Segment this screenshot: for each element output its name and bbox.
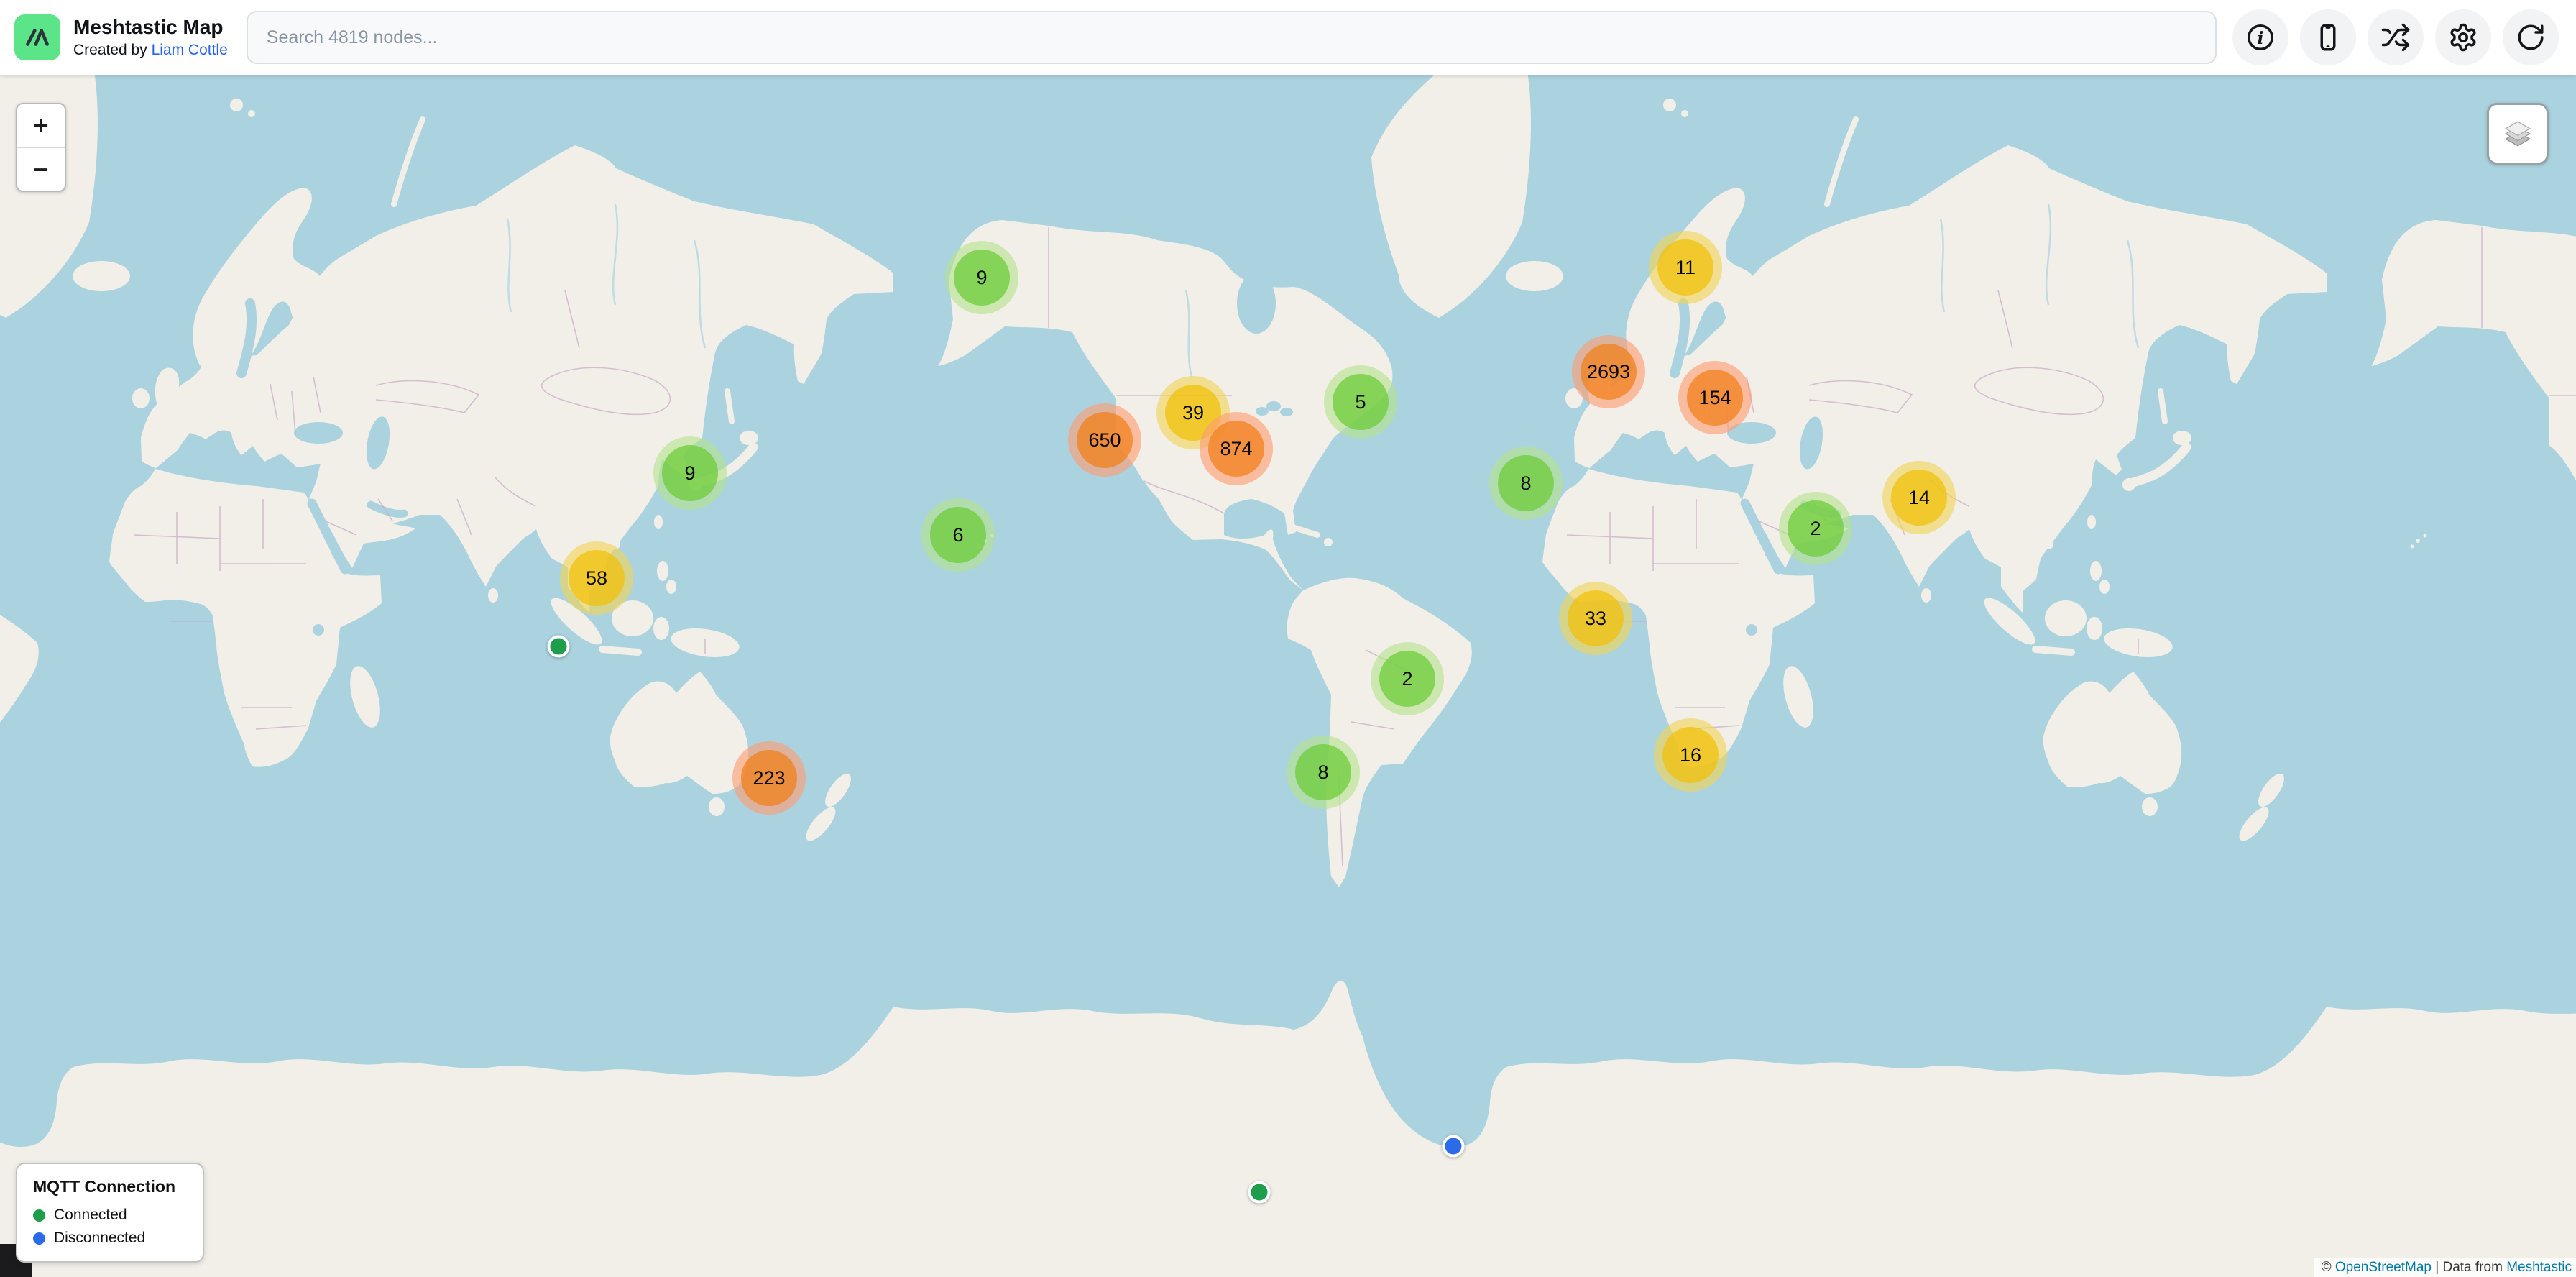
svg-text:i: i — [2258, 28, 2264, 48]
brand-text: Meshtastic Map Created by Liam Cottle — [73, 16, 228, 58]
refresh-button[interactable] — [2503, 9, 2559, 65]
info-button[interactable]: i — [2232, 9, 2288, 65]
meshtastic-link[interactable]: Meshtastic — [2506, 1260, 2572, 1275]
cluster-count: 16 — [1680, 744, 1701, 766]
brand: Meshtastic Map Created by Liam Cottle — [14, 14, 228, 60]
cluster-marker[interactable]: 9 — [653, 436, 727, 510]
cluster-count: 154 — [1698, 387, 1731, 409]
layers-control[interactable] — [2487, 103, 2549, 165]
node-marker-disconnected[interactable] — [1443, 1135, 1465, 1158]
meshtastic-map-app: Meshtastic Map Created by Liam Cottle i — [0, 0, 2576, 1277]
byline: Created by Liam Cottle — [73, 42, 228, 59]
cluster-count: 874 — [1220, 438, 1252, 460]
cluster-marker[interactable]: 14 — [1882, 461, 1956, 534]
layers-icon — [2501, 116, 2535, 151]
cluster-count: 14 — [1908, 487, 1930, 509]
cluster-count: 650 — [1088, 429, 1121, 452]
gear-icon — [2448, 22, 2478, 52]
cluster-count: 2 — [1810, 518, 1821, 540]
map-attribution: © OpenStreetMap | Data from Meshtastic — [2314, 1258, 2576, 1277]
byline-prefix: Created by — [73, 42, 152, 58]
logo-mark — [22, 22, 53, 53]
meshtastic-logo-icon — [14, 14, 60, 60]
cluster-count: 5 — [1355, 391, 1366, 413]
cluster-marker[interactable]: 6 — [921, 498, 995, 572]
header-buttons: i — [2232, 9, 2559, 65]
app-header: Meshtastic Map Created by Liam Cottle i — [0, 0, 2576, 75]
legend-title: MQTT Connection — [33, 1177, 188, 1196]
smartphone-icon — [2313, 22, 2343, 52]
cluster-marker[interactable]: 2 — [1371, 642, 1444, 715]
cluster-count: 223 — [753, 767, 785, 789]
legend-item-connected: Connected — [33, 1207, 188, 1224]
attribution-separator: | Data from — [2432, 1260, 2506, 1275]
cluster-marker[interactable]: 874 — [1200, 412, 1273, 485]
cluster-marker[interactable]: 650 — [1068, 403, 1141, 477]
node-marker-connected[interactable] — [1248, 1181, 1271, 1204]
shuffle-icon — [2380, 22, 2411, 52]
disconnected-dot-icon — [33, 1232, 45, 1245]
cluster-marker[interactable]: 223 — [732, 741, 806, 815]
cluster-marker[interactable]: 8 — [1489, 447, 1563, 520]
search-wrap — [247, 11, 2217, 64]
legend-item-disconnected: Disconnected — [33, 1230, 188, 1247]
cluster-count: 6 — [952, 524, 963, 546]
legend-item-label: Connected — [54, 1207, 127, 1224]
zoom-in-button[interactable]: + — [17, 104, 65, 147]
refresh-icon — [2516, 22, 2546, 52]
cluster-marker[interactable]: 33 — [1559, 582, 1632, 655]
legend-item-label: Disconnected — [54, 1230, 145, 1247]
cluster-marker[interactable]: 58 — [560, 541, 633, 615]
node-marker-connected[interactable] — [548, 636, 570, 658]
cluster-count: 8 — [1317, 761, 1328, 784]
zoom-control: + − — [16, 103, 66, 192]
cluster-count: 8 — [1520, 472, 1531, 495]
cluster-marker[interactable]: 154 — [1678, 361, 1752, 434]
connected-dot-icon — [33, 1209, 45, 1222]
cluster-count: 9 — [684, 462, 695, 485]
cluster-marker[interactable]: 16 — [1654, 718, 1727, 792]
osm-link[interactable]: OpenStreetMap — [2335, 1260, 2432, 1275]
cluster-count: 33 — [1585, 608, 1606, 630]
mobile-app-button[interactable] — [2300, 9, 2356, 65]
cluster-marker[interactable]: 11 — [1649, 231, 1722, 304]
random-node-button[interactable] — [2368, 9, 2424, 65]
mqtt-legend: MQTT Connection Connected Disconnected — [16, 1163, 204, 1263]
zoom-out-button[interactable]: − — [17, 147, 65, 191]
author-link[interactable]: Liam Cottle — [152, 42, 228, 58]
copyright-symbol: © — [2322, 1260, 2332, 1275]
cluster-count: 2 — [1402, 668, 1412, 690]
cluster-count: 39 — [1182, 402, 1204, 424]
cluster-count: 11 — [1675, 257, 1696, 279]
page-title: Meshtastic Map — [73, 16, 228, 39]
cluster-count: 58 — [586, 567, 607, 590]
cluster-marker[interactable]: 9 — [945, 241, 1018, 314]
cluster-marker[interactable]: 5 — [1324, 365, 1397, 439]
markers-layer: 9 9 58 223 6 650 39 874 5 2 8 11 2693 154 8 33 2 14 16 — [0, 75, 2576, 1277]
cluster-marker[interactable]: 8 — [1287, 736, 1360, 809]
info-icon: i — [2245, 22, 2276, 52]
cluster-marker[interactable]: 2693 — [1572, 335, 1645, 408]
cluster-marker[interactable]: 2 — [1779, 492, 1852, 565]
search-input[interactable] — [247, 11, 2217, 64]
cluster-count: 2693 — [1587, 361, 1630, 383]
map[interactable]: 9 9 58 223 6 650 39 874 5 2 8 11 2693 154 8 33 2 14 16 + −… — [0, 75, 2576, 1277]
settings-button[interactable] — [2435, 9, 2491, 65]
cluster-count: 9 — [976, 267, 987, 289]
